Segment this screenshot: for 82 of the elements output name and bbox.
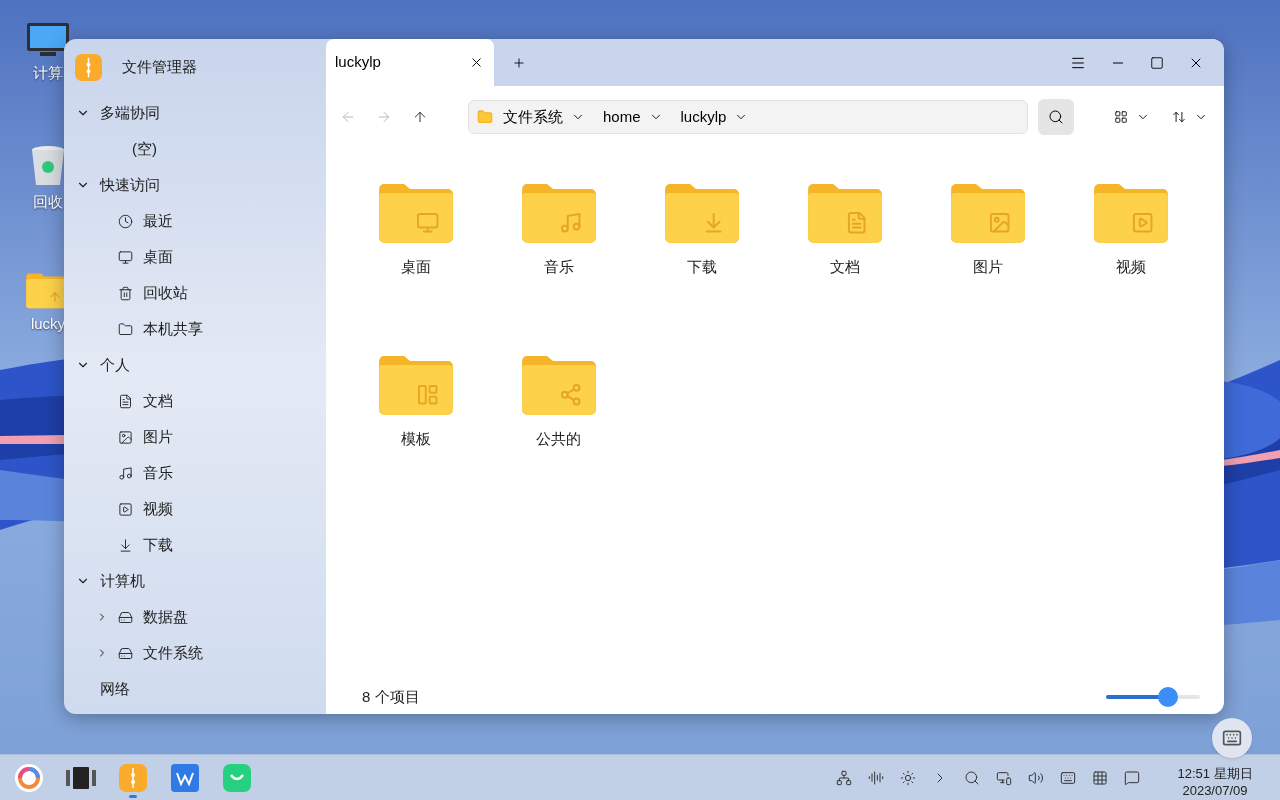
desktop-icon-label: 计算: [33, 63, 63, 83]
keyboard-icon: [1222, 728, 1242, 748]
folder-icon: [519, 183, 598, 244]
clock-icon: [118, 213, 133, 229]
desktop-icon-label: lucky: [30, 313, 66, 334]
sidebar-group[interactable]: 个人: [64, 347, 326, 383]
new-tab-icon[interactable]: [512, 55, 526, 70]
grid-view-icon[interactable]: [1114, 110, 1128, 124]
folder-icon: [376, 355, 455, 416]
input-method-icon[interactable]: [1092, 769, 1108, 786]
trash-bin-icon[interactable]: [30, 144, 66, 187]
file-name[interactable]: 图片: [972, 255, 1003, 279]
assistant-icon[interactable]: [868, 769, 884, 786]
sidebar-item[interactable]: 音乐: [64, 455, 326, 491]
multitask-icon[interactable]: [66, 765, 96, 790]
search-icon[interactable]: [964, 769, 980, 786]
file-name[interactable]: 音乐: [543, 255, 574, 279]
folder-icon: [477, 109, 493, 125]
app-logo-icon: [75, 53, 102, 81]
sidebar-item[interactable]: 下载: [64, 527, 326, 563]
file-name[interactable]: 桌面: [400, 255, 431, 279]
item-count: 8 个项目: [362, 686, 420, 707]
sidebar-item[interactable]: 最近: [64, 203, 326, 239]
folder-icon: [519, 355, 598, 416]
notification-icon[interactable]: [1124, 769, 1140, 786]
brightness-icon[interactable]: [900, 769, 916, 786]
folder-icon: [1091, 183, 1170, 244]
keyboard-icon[interactable]: [1060, 769, 1076, 786]
tab[interactable]: luckylp: [326, 39, 494, 86]
sidebar-group[interactable]: 快速访问: [64, 167, 326, 203]
folder-icon: [376, 183, 455, 244]
folder-icon: [118, 321, 133, 337]
office-app-icon[interactable]: [171, 763, 199, 792]
sidebar-item[interactable]: 文件系统: [64, 635, 326, 671]
network-icon[interactable]: [836, 769, 852, 786]
music-icon: [118, 465, 133, 481]
file-name[interactable]: 视频: [1115, 255, 1146, 279]
folder-icon: [805, 183, 884, 244]
clock-date[interactable]: 2023/07/09: [1182, 781, 1248, 799]
video-icon: [118, 501, 133, 517]
download-icon: [118, 537, 133, 553]
sidebar-item[interactable]: 文档: [64, 383, 326, 419]
sidebar-item[interactable]: 视频: [64, 491, 326, 527]
file-name[interactable]: 文档: [829, 255, 860, 279]
desktop-icon-label: 回收: [33, 191, 63, 212]
sidebar-item[interactable]: 图片: [64, 419, 326, 455]
app-title: 文件管理器: [122, 56, 197, 77]
address-bar[interactable]: 文件系统 home luckylp: [468, 100, 1028, 134]
breadcrumb-item[interactable]: 文件系统: [503, 105, 563, 129]
slider-thumb[interactable]: [1158, 687, 1179, 707]
file-name[interactable]: 下载: [686, 255, 717, 279]
zoom-slider[interactable]: [1106, 687, 1200, 707]
drive-icon: [118, 645, 133, 661]
computer-icon[interactable]: [26, 22, 70, 58]
sidebar-item[interactable]: (空): [64, 131, 326, 167]
sort-icon[interactable]: [1172, 110, 1186, 124]
sidebar-item[interactable]: 本机共享: [64, 311, 326, 347]
search-button[interactable]: [1038, 99, 1074, 135]
drive-icon: [118, 609, 133, 625]
clock-time[interactable]: 12:51 星期日: [1177, 764, 1253, 782]
file-name[interactable]: 公共的: [536, 427, 581, 451]
image-icon: [118, 429, 133, 445]
maximize-icon[interactable]: [1150, 55, 1164, 70]
sidebar-group[interactable]: 计算机: [64, 563, 326, 599]
trash-icon: [118, 285, 133, 301]
sidebar-item[interactable]: 数据盘: [64, 599, 326, 635]
sidebar-item[interactable]: 回收站: [64, 275, 326, 311]
folder-icon: [948, 183, 1027, 244]
folder-icon: [662, 183, 741, 244]
volume-icon[interactable]: [1028, 769, 1044, 786]
breadcrumb-item[interactable]: home: [603, 105, 641, 129]
sidebar-group[interactable]: 网络: [64, 671, 326, 707]
sidebar-group[interactable]: 多端协同: [64, 95, 326, 131]
close-tab-icon[interactable]: [469, 55, 484, 70]
launcher-icon[interactable]: [14, 762, 44, 793]
search-icon: [1048, 109, 1064, 125]
file-name[interactable]: 模板: [400, 427, 431, 451]
sidebar-item[interactable]: 桌面: [64, 239, 326, 275]
display-icon[interactable]: [996, 769, 1012, 786]
document-icon: [118, 393, 133, 409]
monitor-icon: [118, 249, 133, 265]
breadcrumb-item[interactable]: luckylp: [680, 105, 727, 129]
